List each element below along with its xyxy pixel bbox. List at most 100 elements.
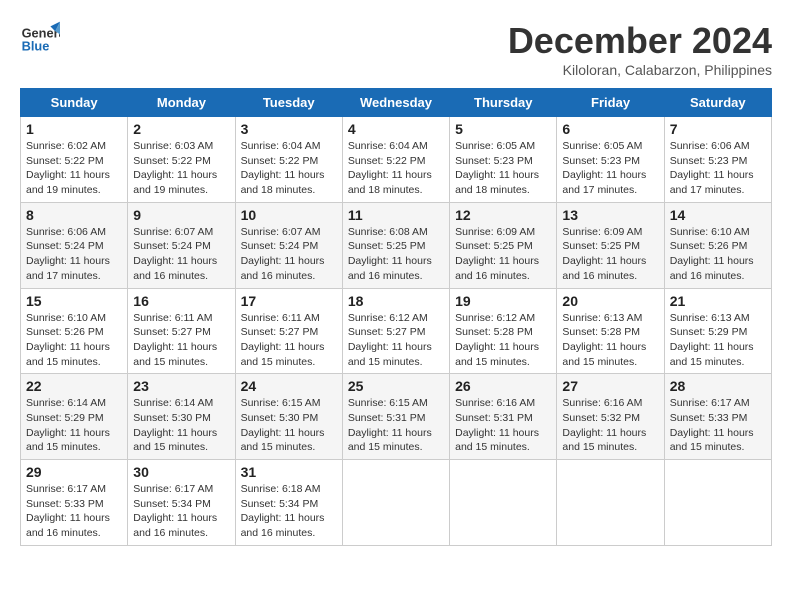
- day-number: 30: [133, 464, 229, 480]
- day-number: 25: [348, 378, 444, 394]
- day-number: 27: [562, 378, 658, 394]
- calendar-cell: 1 Sunrise: 6:02 AMSunset: 5:22 PMDayligh…: [21, 117, 128, 203]
- day-info: Sunrise: 6:15 AMSunset: 5:30 PMDaylight:…: [241, 396, 337, 455]
- calendar-title: December 2024: [508, 20, 772, 62]
- day-number: 28: [670, 378, 766, 394]
- calendar-cell: 4 Sunrise: 6:04 AMSunset: 5:22 PMDayligh…: [342, 117, 449, 203]
- calendar-cell: 29 Sunrise: 6:17 AMSunset: 5:33 PMDaylig…: [21, 460, 128, 546]
- day-number: 17: [241, 293, 337, 309]
- calendar-cell: 27 Sunrise: 6:16 AMSunset: 5:32 PMDaylig…: [557, 374, 664, 460]
- day-number: 14: [670, 207, 766, 223]
- calendar-cell: 21 Sunrise: 6:13 AMSunset: 5:29 PMDaylig…: [664, 288, 771, 374]
- day-info: Sunrise: 6:02 AMSunset: 5:22 PMDaylight:…: [26, 139, 122, 198]
- day-info: Sunrise: 6:17 AMSunset: 5:33 PMDaylight:…: [670, 396, 766, 455]
- day-number: 7: [670, 121, 766, 137]
- col-tuesday: Tuesday: [235, 89, 342, 117]
- calendar-cell: 15 Sunrise: 6:10 AMSunset: 5:26 PMDaylig…: [21, 288, 128, 374]
- calendar-cell: 5 Sunrise: 6:05 AMSunset: 5:23 PMDayligh…: [450, 117, 557, 203]
- day-info: Sunrise: 6:07 AMSunset: 5:24 PMDaylight:…: [133, 225, 229, 284]
- day-info: Sunrise: 6:13 AMSunset: 5:29 PMDaylight:…: [670, 311, 766, 370]
- calendar-week-5: 29 Sunrise: 6:17 AMSunset: 5:33 PMDaylig…: [21, 460, 772, 546]
- calendar-cell: 3 Sunrise: 6:04 AMSunset: 5:22 PMDayligh…: [235, 117, 342, 203]
- calendar-cell: [557, 460, 664, 546]
- day-info: Sunrise: 6:11 AMSunset: 5:27 PMDaylight:…: [133, 311, 229, 370]
- calendar-cell: 9 Sunrise: 6:07 AMSunset: 5:24 PMDayligh…: [128, 202, 235, 288]
- calendar-cell: 22 Sunrise: 6:14 AMSunset: 5:29 PMDaylig…: [21, 374, 128, 460]
- svg-text:Blue: Blue: [22, 38, 50, 53]
- calendar-cell: 2 Sunrise: 6:03 AMSunset: 5:22 PMDayligh…: [128, 117, 235, 203]
- day-number: 2: [133, 121, 229, 137]
- day-info: Sunrise: 6:06 AMSunset: 5:24 PMDaylight:…: [26, 225, 122, 284]
- day-number: 29: [26, 464, 122, 480]
- day-number: 13: [562, 207, 658, 223]
- calendar-cell: 10 Sunrise: 6:07 AMSunset: 5:24 PMDaylig…: [235, 202, 342, 288]
- header-row: Sunday Monday Tuesday Wednesday Thursday…: [21, 89, 772, 117]
- calendar-cell: 19 Sunrise: 6:12 AMSunset: 5:28 PMDaylig…: [450, 288, 557, 374]
- col-wednesday: Wednesday: [342, 89, 449, 117]
- day-number: 6: [562, 121, 658, 137]
- day-info: Sunrise: 6:12 AMSunset: 5:27 PMDaylight:…: [348, 311, 444, 370]
- day-number: 1: [26, 121, 122, 137]
- day-number: 10: [241, 207, 337, 223]
- day-number: 12: [455, 207, 551, 223]
- day-info: Sunrise: 6:09 AMSunset: 5:25 PMDaylight:…: [562, 225, 658, 284]
- day-number: 3: [241, 121, 337, 137]
- day-info: Sunrise: 6:08 AMSunset: 5:25 PMDaylight:…: [348, 225, 444, 284]
- calendar-cell: 7 Sunrise: 6:06 AMSunset: 5:23 PMDayligh…: [664, 117, 771, 203]
- calendar-cell: 6 Sunrise: 6:05 AMSunset: 5:23 PMDayligh…: [557, 117, 664, 203]
- page-header: General Blue December 2024 Kiloloran, Ca…: [20, 20, 772, 78]
- calendar-subtitle: Kiloloran, Calabarzon, Philippines: [508, 62, 772, 78]
- day-number: 20: [562, 293, 658, 309]
- day-info: Sunrise: 6:18 AMSunset: 5:34 PMDaylight:…: [241, 482, 337, 541]
- day-info: Sunrise: 6:10 AMSunset: 5:26 PMDaylight:…: [26, 311, 122, 370]
- day-info: Sunrise: 6:04 AMSunset: 5:22 PMDaylight:…: [348, 139, 444, 198]
- day-number: 5: [455, 121, 551, 137]
- calendar-cell: [342, 460, 449, 546]
- day-info: Sunrise: 6:14 AMSunset: 5:29 PMDaylight:…: [26, 396, 122, 455]
- col-friday: Friday: [557, 89, 664, 117]
- day-info: Sunrise: 6:07 AMSunset: 5:24 PMDaylight:…: [241, 225, 337, 284]
- calendar-cell: 31 Sunrise: 6:18 AMSunset: 5:34 PMDaylig…: [235, 460, 342, 546]
- calendar-cell: 13 Sunrise: 6:09 AMSunset: 5:25 PMDaylig…: [557, 202, 664, 288]
- calendar-cell: 25 Sunrise: 6:15 AMSunset: 5:31 PMDaylig…: [342, 374, 449, 460]
- day-info: Sunrise: 6:05 AMSunset: 5:23 PMDaylight:…: [455, 139, 551, 198]
- day-number: 19: [455, 293, 551, 309]
- day-number: 26: [455, 378, 551, 394]
- calendar-cell: 11 Sunrise: 6:08 AMSunset: 5:25 PMDaylig…: [342, 202, 449, 288]
- day-info: Sunrise: 6:16 AMSunset: 5:31 PMDaylight:…: [455, 396, 551, 455]
- day-number: 9: [133, 207, 229, 223]
- day-info: Sunrise: 6:11 AMSunset: 5:27 PMDaylight:…: [241, 311, 337, 370]
- day-number: 21: [670, 293, 766, 309]
- day-number: 23: [133, 378, 229, 394]
- day-number: 24: [241, 378, 337, 394]
- day-info: Sunrise: 6:10 AMSunset: 5:26 PMDaylight:…: [670, 225, 766, 284]
- day-info: Sunrise: 6:09 AMSunset: 5:25 PMDaylight:…: [455, 225, 551, 284]
- day-number: 4: [348, 121, 444, 137]
- calendar-cell: 14 Sunrise: 6:10 AMSunset: 5:26 PMDaylig…: [664, 202, 771, 288]
- day-number: 31: [241, 464, 337, 480]
- day-info: Sunrise: 6:13 AMSunset: 5:28 PMDaylight:…: [562, 311, 658, 370]
- calendar-cell: 12 Sunrise: 6:09 AMSunset: 5:25 PMDaylig…: [450, 202, 557, 288]
- day-number: 18: [348, 293, 444, 309]
- day-number: 16: [133, 293, 229, 309]
- calendar-cell: 24 Sunrise: 6:15 AMSunset: 5:30 PMDaylig…: [235, 374, 342, 460]
- calendar-week-4: 22 Sunrise: 6:14 AMSunset: 5:29 PMDaylig…: [21, 374, 772, 460]
- calendar-cell: 28 Sunrise: 6:17 AMSunset: 5:33 PMDaylig…: [664, 374, 771, 460]
- calendar-cell: 30 Sunrise: 6:17 AMSunset: 5:34 PMDaylig…: [128, 460, 235, 546]
- calendar-cell: 26 Sunrise: 6:16 AMSunset: 5:31 PMDaylig…: [450, 374, 557, 460]
- day-info: Sunrise: 6:17 AMSunset: 5:33 PMDaylight:…: [26, 482, 122, 541]
- col-sunday: Sunday: [21, 89, 128, 117]
- day-info: Sunrise: 6:12 AMSunset: 5:28 PMDaylight:…: [455, 311, 551, 370]
- day-number: 22: [26, 378, 122, 394]
- logo: General Blue: [20, 20, 60, 60]
- day-number: 8: [26, 207, 122, 223]
- calendar-cell: 8 Sunrise: 6:06 AMSunset: 5:24 PMDayligh…: [21, 202, 128, 288]
- day-number: 15: [26, 293, 122, 309]
- calendar-week-3: 15 Sunrise: 6:10 AMSunset: 5:26 PMDaylig…: [21, 288, 772, 374]
- calendar-cell: 20 Sunrise: 6:13 AMSunset: 5:28 PMDaylig…: [557, 288, 664, 374]
- calendar-table: Sunday Monday Tuesday Wednesday Thursday…: [20, 88, 772, 546]
- day-info: Sunrise: 6:03 AMSunset: 5:22 PMDaylight:…: [133, 139, 229, 198]
- calendar-cell: 23 Sunrise: 6:14 AMSunset: 5:30 PMDaylig…: [128, 374, 235, 460]
- calendar-week-2: 8 Sunrise: 6:06 AMSunset: 5:24 PMDayligh…: [21, 202, 772, 288]
- calendar-cell: 18 Sunrise: 6:12 AMSunset: 5:27 PMDaylig…: [342, 288, 449, 374]
